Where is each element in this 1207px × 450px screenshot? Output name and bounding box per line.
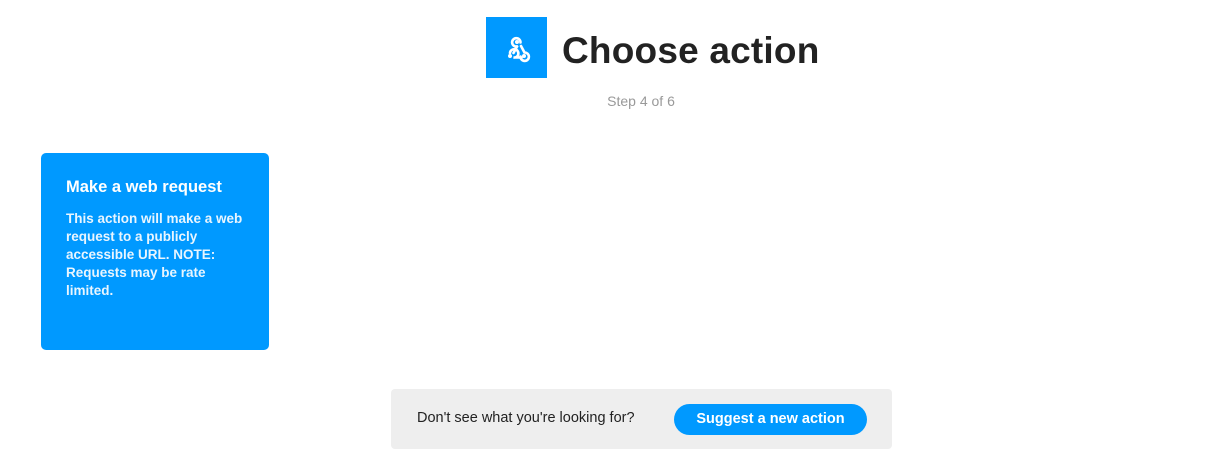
page-header: Choose action — [0, 17, 1207, 79]
service-logo — [486, 17, 547, 78]
step-indicator: Step 4 of 6 — [607, 93, 675, 109]
suggest-prompt: Don't see what you're looking for? — [417, 410, 635, 426]
suggest-action-banner: Don't see what you're looking for? Sugge… — [391, 389, 892, 449]
action-card-make-web-request[interactable]: Make a web request This action will make… — [41, 153, 269, 350]
webhook-icon — [507, 36, 530, 62]
action-card-title: Make a web request — [66, 178, 222, 196]
page-title: Choose action — [562, 30, 820, 71]
action-card-description: This action will make a web request to a… — [66, 211, 243, 298]
suggest-new-action-button[interactable]: Suggest a new action — [674, 404, 867, 435]
